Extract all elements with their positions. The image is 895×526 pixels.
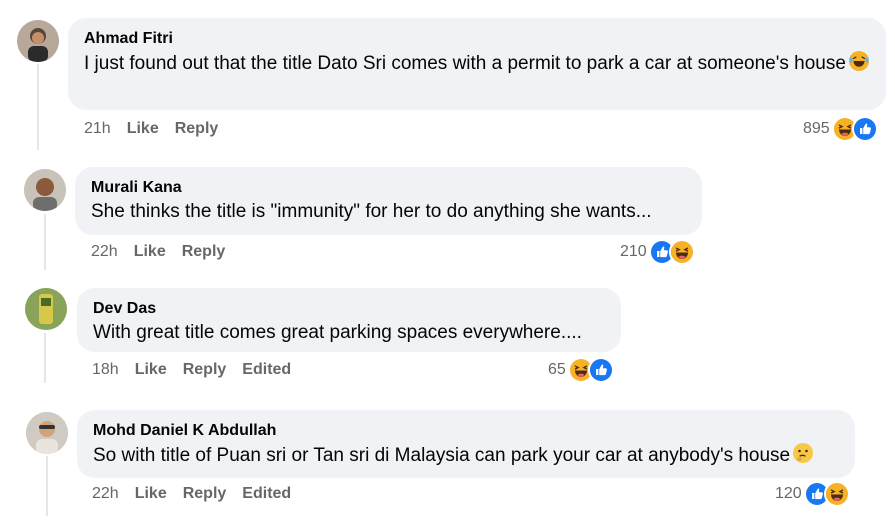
reaction-count: 120 bbox=[775, 485, 802, 502]
thinking-emoji-icon bbox=[792, 442, 814, 464]
avatar[interactable] bbox=[25, 288, 67, 330]
comment-bubble: Mohd Daniel K Abdullah So with title of … bbox=[77, 410, 855, 478]
reply-button[interactable]: Reply bbox=[183, 360, 227, 380]
comment-author[interactable]: Ahmad Fitri bbox=[84, 29, 870, 49]
like-button[interactable]: Like bbox=[135, 484, 167, 504]
reaction-count: 895 bbox=[803, 120, 830, 137]
like-icon bbox=[587, 357, 614, 383]
like-icon bbox=[851, 116, 878, 142]
comment-actions: 22h Like Reply Edited bbox=[92, 484, 307, 504]
avatar[interactable] bbox=[26, 412, 68, 454]
comment-author[interactable]: Dev Das bbox=[93, 299, 605, 319]
comment-author[interactable]: Murali Kana bbox=[91, 178, 686, 198]
thread-line bbox=[44, 214, 46, 270]
haha-icon bbox=[823, 481, 850, 507]
comment-actions: 18h Like Reply Edited bbox=[92, 360, 307, 380]
comment-text: With great title comes great parking spa… bbox=[93, 322, 582, 343]
comment-text: So with title of Puan sri or Tan sri di … bbox=[93, 442, 839, 468]
comment-timestamp[interactable]: 21h bbox=[84, 119, 111, 139]
reaction-count: 210 bbox=[620, 243, 647, 260]
comment-bubble: Dev Das With great title comes great par… bbox=[77, 288, 621, 352]
comment-bubble: Murali Kana She thinks the title is "imm… bbox=[75, 167, 702, 235]
reaction-summary[interactable]: 120 bbox=[775, 481, 850, 507]
haha-emoji-icon bbox=[848, 50, 870, 72]
reply-button[interactable]: Reply bbox=[175, 119, 219, 139]
comment-timestamp[interactable]: 22h bbox=[92, 484, 119, 504]
haha-icon bbox=[668, 239, 695, 265]
comment-text: I just found out that the title Dato Sri… bbox=[84, 50, 870, 76]
comment-text: She thinks the title is "immunity" for h… bbox=[91, 201, 652, 222]
comment-timestamp[interactable]: 18h bbox=[92, 360, 119, 380]
reply-button[interactable]: Reply bbox=[182, 242, 226, 262]
edited-label[interactable]: Edited bbox=[242, 484, 291, 504]
reaction-summary[interactable]: 65 bbox=[548, 357, 614, 383]
avatar[interactable] bbox=[24, 169, 66, 211]
comment-timestamp[interactable]: 22h bbox=[91, 242, 118, 262]
edited-label[interactable]: Edited bbox=[242, 360, 291, 380]
like-button[interactable]: Like bbox=[135, 360, 167, 380]
avatar[interactable] bbox=[17, 20, 59, 62]
comment-bubble: Ahmad Fitri I just found out that the ti… bbox=[68, 18, 886, 110]
thread-line bbox=[46, 456, 48, 516]
like-button[interactable]: Like bbox=[127, 119, 159, 139]
comment-actions: 22h Like Reply bbox=[91, 242, 241, 262]
comment-author[interactable]: Mohd Daniel K Abdullah bbox=[93, 421, 839, 441]
like-button[interactable]: Like bbox=[134, 242, 166, 262]
reaction-count: 65 bbox=[548, 361, 566, 378]
thread-line bbox=[44, 333, 46, 383]
reply-button[interactable]: Reply bbox=[183, 484, 227, 504]
comment-actions: 21h Like Reply bbox=[84, 119, 234, 139]
thread-line bbox=[37, 64, 39, 150]
reaction-summary[interactable]: 895 bbox=[803, 116, 878, 142]
reaction-summary[interactable]: 210 bbox=[620, 239, 695, 265]
